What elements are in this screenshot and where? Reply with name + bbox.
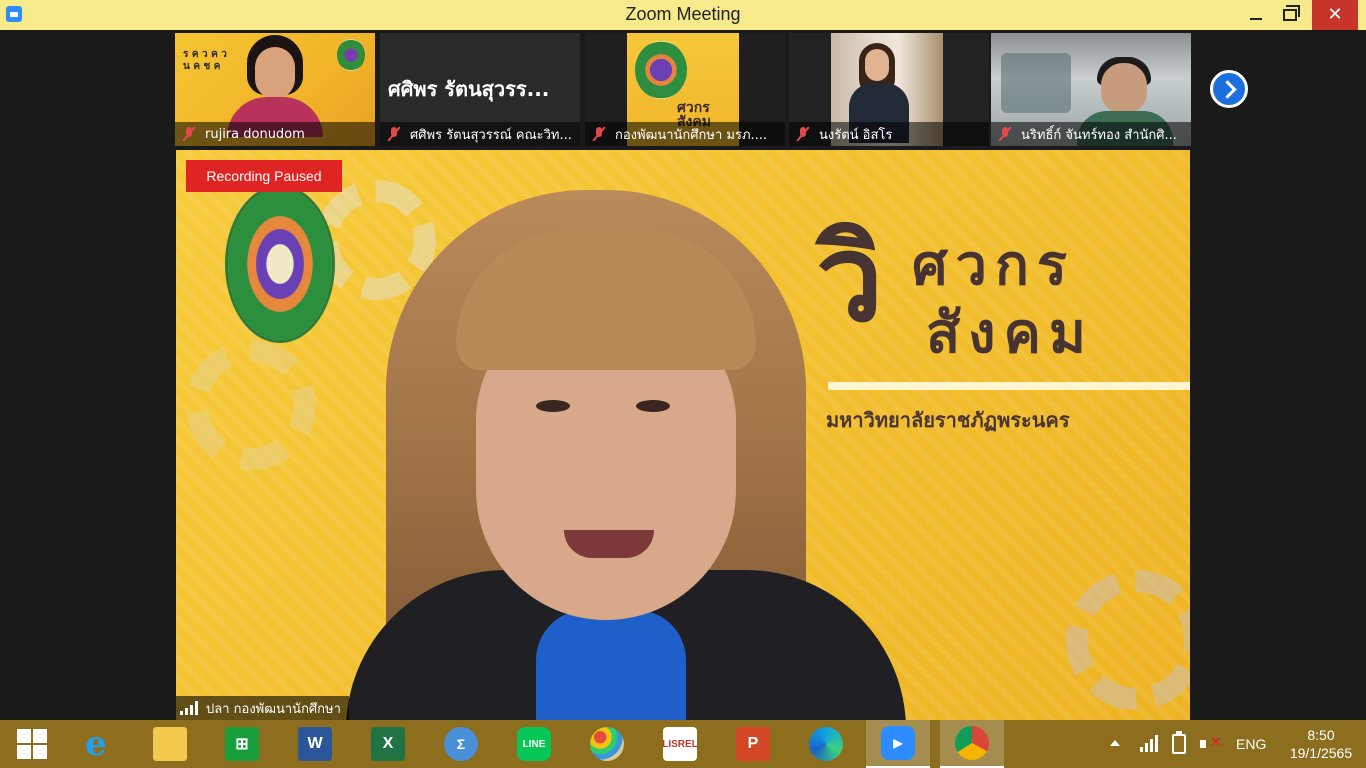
taskbar-lisrel[interactable]: LISREL xyxy=(648,720,712,768)
participant-video xyxy=(227,35,323,137)
poster-line2: สังคม xyxy=(926,301,1094,366)
university-seal-icon xyxy=(228,188,332,340)
title-bar: Zoom Meeting ✕ xyxy=(0,0,1366,30)
powerpoint-icon: P xyxy=(736,727,770,761)
university-seal-icon xyxy=(337,39,365,71)
excel-icon: X xyxy=(371,727,405,761)
university-seal-icon xyxy=(635,41,687,99)
maximize-button[interactable] xyxy=(1270,0,1310,30)
math-input-icon: Σ xyxy=(444,727,478,761)
internet-explorer-icon: e xyxy=(85,724,107,764)
restore-icon xyxy=(1283,5,1300,21)
participant-name-bar: กองพัฒนานักศึกษา มรภ.... xyxy=(585,122,785,146)
clock-date: 19/1/2565 xyxy=(1289,745,1353,761)
taskbar-chrome[interactable] xyxy=(940,720,1004,768)
participant-tile[interactable]: ศวกร สังคม กองพัฒนานักศึกษา มรภ.... xyxy=(585,33,785,146)
participant-display-name: ศศิพร รัตนสุวรร... xyxy=(388,77,550,101)
participant-tile[interactable]: นงรัตน์ อิสโร xyxy=(789,33,989,146)
participant-name-bar: นริทธิ์ก์ จันทร์ทอง สำนักศิ... xyxy=(991,122,1191,146)
close-icon: ✕ xyxy=(1327,4,1343,25)
next-page-button[interactable] xyxy=(1210,70,1248,108)
taskbar-paint[interactable] xyxy=(575,720,639,768)
poster-line1: ศวกร xyxy=(912,233,1075,298)
mic-muted-icon xyxy=(386,126,402,142)
input-language[interactable]: ENG xyxy=(1236,736,1266,752)
start-button[interactable] xyxy=(0,720,64,768)
taskbar-edge[interactable] xyxy=(794,720,858,768)
participant-name: rujira donudom xyxy=(205,126,305,142)
mic-muted-icon xyxy=(795,126,811,142)
folder-icon xyxy=(153,727,187,761)
taskbar-math-input[interactable]: Σ xyxy=(429,720,493,768)
taskbar-line[interactable]: LINE xyxy=(502,720,566,768)
gear-icon xyxy=(186,340,316,470)
edge-icon xyxy=(809,727,843,761)
volume-muted-icon[interactable] xyxy=(1200,734,1222,752)
taskbar-internet-explorer[interactable]: e xyxy=(64,720,128,768)
speaker-name: ปลา กองพัฒนานักศึกษา xyxy=(206,701,341,717)
taskbar-powerpoint[interactable]: P xyxy=(721,720,785,768)
speaker-figure xyxy=(346,190,906,720)
line-app-icon: LINE xyxy=(517,727,551,761)
network-signal-icon[interactable] xyxy=(1140,734,1158,752)
window-title: Zoom Meeting xyxy=(625,4,741,24)
participant-name: นริทธิ์ก์ จันทร์ทอง สำนักศิ... xyxy=(1021,127,1177,143)
close-button[interactable]: ✕ xyxy=(1312,0,1358,30)
participant-name-bar: นงรัตน์ อิสโร xyxy=(789,122,989,146)
word-icon: W xyxy=(298,727,332,761)
clock-time: 8:50 xyxy=(1307,727,1335,743)
taskbar-store[interactable]: ⊞ xyxy=(210,720,274,768)
tile-background-text: ร ค ว ค ว น ค ช ค xyxy=(183,49,227,72)
mic-muted-icon xyxy=(591,126,607,142)
windows-logo-icon xyxy=(17,729,47,759)
mic-muted-icon xyxy=(181,126,197,142)
participant-name: กองพัฒนานักศึกษา มรภ.... xyxy=(615,127,768,143)
battery-icon[interactable] xyxy=(1172,731,1186,754)
show-hidden-icons-button[interactable] xyxy=(1110,740,1120,746)
participant-name: ศศิพร รัตนสุวรรณ์ คณะวิท... xyxy=(410,127,572,143)
taskbar-excel[interactable]: X xyxy=(356,720,420,768)
lisrel-icon: LISREL xyxy=(662,727,698,761)
active-speaker-video: วิ ศวกร สังคม มหาวิทยาลัยราชภัฏพระนคร xyxy=(176,150,1190,720)
mic-muted-icon xyxy=(997,126,1013,142)
taskbar-word[interactable]: W xyxy=(283,720,347,768)
participant-name-bar: ศศิพร รัตนสุวรรณ์ คณะวิท... xyxy=(380,122,580,146)
participant-name: นงรัตน์ อิสโร xyxy=(819,127,893,143)
system-tray: ENG 8:50 19/1/2565 xyxy=(1100,720,1366,768)
participant-tile[interactable]: นริทธิ์ก์ จันทร์ทอง สำนักศิ... xyxy=(991,33,1191,146)
taskbar-file-explorer[interactable] xyxy=(138,720,202,768)
minimize-icon xyxy=(1250,18,1262,20)
participant-tile[interactable]: ศศิพร รัตนสุวรร... ศศิพร รัตนสุวรรณ์ คณะ… xyxy=(380,33,580,146)
store-icon: ⊞ xyxy=(225,727,259,761)
participant-strip: ร ค ว ค ว น ค ช ค rujira donudom ศศิพร ร… xyxy=(0,30,1366,148)
paint-palette-icon xyxy=(590,727,624,761)
chrome-icon xyxy=(955,726,989,760)
clock[interactable]: 8:50 19/1/2565 xyxy=(1286,726,1356,762)
participant-name-bar: rujira donudom xyxy=(175,122,375,146)
speaker-name-bar: ปลา กองพัฒนานักศึกษา xyxy=(176,696,349,720)
taskbar-zoom[interactable]: ▶ xyxy=(866,720,930,768)
zoom-icon: ▶ xyxy=(881,726,915,760)
recording-status-badge[interactable]: Recording Paused xyxy=(186,160,342,192)
connection-signal-icon xyxy=(180,701,198,715)
participant-tile[interactable]: ร ค ว ค ว น ค ช ค rujira donudom xyxy=(175,33,375,146)
